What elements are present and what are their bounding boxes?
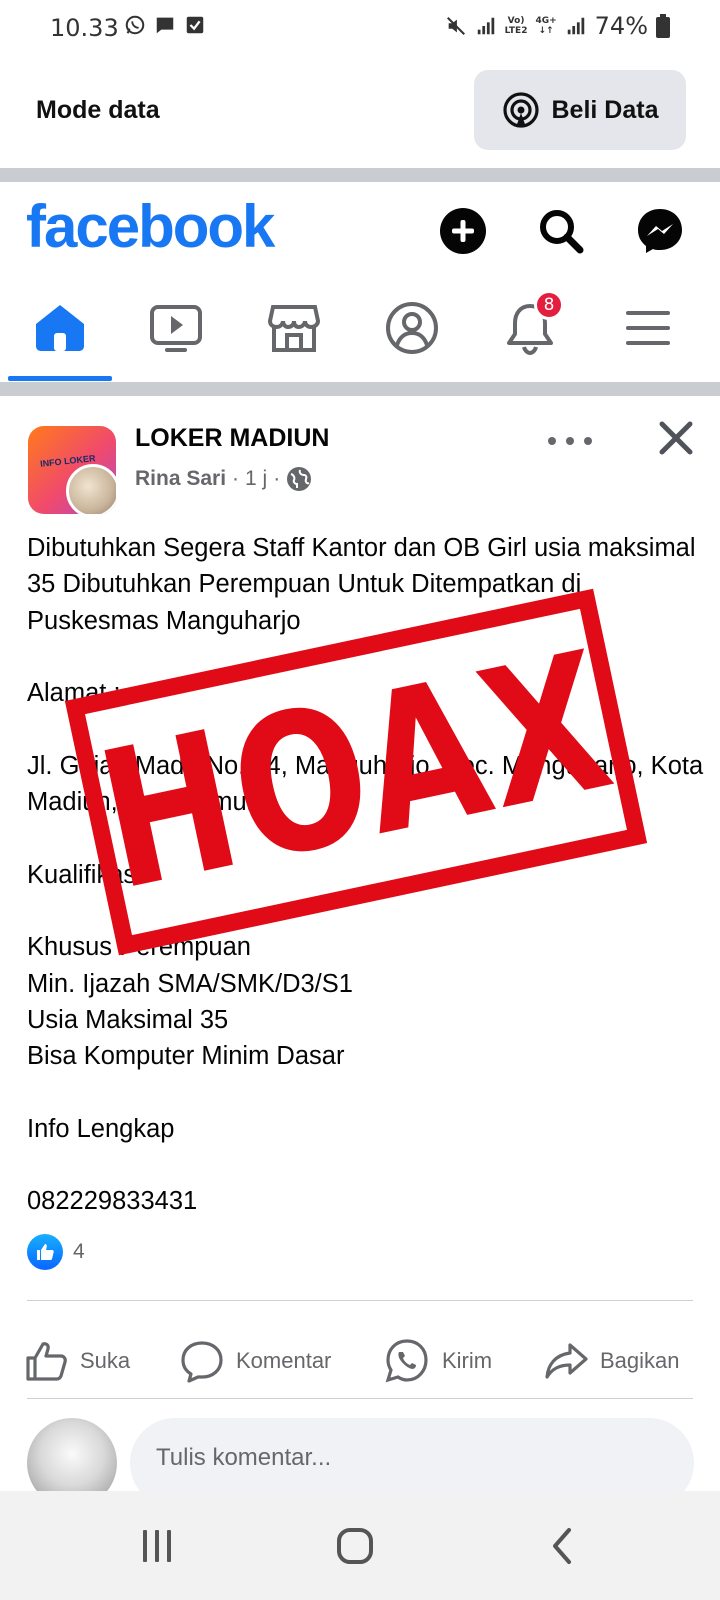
buy-data-button[interactable]: Beli Data <box>474 70 686 150</box>
more-dot <box>584 437 592 445</box>
share-button[interactable]: Bagikan <box>544 1326 680 1396</box>
reactions-summary[interactable]: 4 <box>27 1234 85 1270</box>
back-icon <box>553 1528 571 1564</box>
send-label: Kirim <box>442 1348 493 1373</box>
divider <box>0 168 720 182</box>
screen: 10.33 Vo) LTE2 4G+ ↓↑ 74% Mode data Beli… <box>0 0 720 1600</box>
active-tab-indicator <box>8 376 112 381</box>
author-avatar <box>66 464 116 514</box>
whatsapp-icon <box>385 1339 428 1383</box>
main-nav: 8 <box>0 280 720 381</box>
divider <box>0 382 720 396</box>
network-label: Vo) LTE2 <box>505 16 528 36</box>
share-icon <box>545 1343 588 1379</box>
battery-icon <box>656 14 670 38</box>
marketplace-icon <box>267 305 321 352</box>
post-meta: Rina Sari · 1 j · <box>135 466 312 492</box>
search-icon <box>540 210 584 254</box>
globe-icon <box>287 467 312 491</box>
meta-separator: · <box>273 467 281 490</box>
thumbs-up-icon <box>26 1342 67 1381</box>
search-button[interactable] <box>536 206 586 256</box>
message-icon <box>156 17 174 34</box>
hide-post-button[interactable] <box>654 416 698 460</box>
network-type-label: 4G+ <box>535 16 557 26</box>
messenger-button[interactable] <box>635 206 685 256</box>
menu-icon <box>626 311 670 345</box>
status-right: Vo) LTE2 4G+ ↓↑ 74% <box>445 12 670 40</box>
signal-icon <box>477 17 494 35</box>
data-mode-bar: Mode data Beli Data <box>0 56 720 168</box>
tab-home[interactable] <box>30 298 90 358</box>
comment-label: Komentar <box>236 1348 332 1373</box>
close-icon <box>659 421 693 455</box>
like-count: 4 <box>73 1240 85 1263</box>
home-icon <box>36 305 84 351</box>
tab-video[interactable] <box>146 298 206 358</box>
more-dot <box>548 437 556 445</box>
video-icon <box>150 305 202 352</box>
back-button[interactable] <box>538 1521 588 1571</box>
profile-icon <box>386 302 438 354</box>
recent-apps-button[interactable] <box>132 1521 182 1571</box>
mute-icon <box>446 17 465 35</box>
facebook-logo[interactable]: facebook <box>26 192 275 261</box>
post-time[interactable]: 1 j <box>245 467 267 491</box>
post-author[interactable]: Rina Sari <box>135 467 226 491</box>
meta-separator: · <box>232 467 240 490</box>
recent-apps-icon <box>143 1530 171 1562</box>
post-actions: Suka Komentar Kirim Bagikan <box>0 1326 720 1396</box>
send-button[interactable]: Kirim <box>384 1326 492 1396</box>
messenger-icon <box>638 209 682 253</box>
add-icon <box>440 208 486 254</box>
group-avatar[interactable]: INFO LOKER <box>28 426 116 514</box>
like-button[interactable]: Suka <box>24 1326 130 1396</box>
battery-percent: 74% <box>594 12 648 40</box>
system-navigation-bar <box>0 1491 720 1600</box>
buy-data-label: Beli Data <box>551 95 659 124</box>
post-group-name[interactable]: LOKER MADIUN <box>135 424 329 453</box>
data-mode-label: Mode data <box>36 96 160 124</box>
tab-menu[interactable] <box>618 298 678 358</box>
tab-marketplace[interactable] <box>264 298 324 358</box>
home-button[interactable] <box>330 1521 380 1571</box>
broadcast-icon <box>502 92 539 128</box>
tab-notifications[interactable]: 8 <box>500 290 564 358</box>
notification-icons <box>124 14 206 36</box>
create-button[interactable] <box>438 206 488 256</box>
tab-profile[interactable] <box>382 298 442 358</box>
like-reaction-icon <box>27 1234 63 1270</box>
check-square-icon <box>186 16 204 34</box>
post-options-button[interactable] <box>548 426 592 456</box>
comment-composer: Tulis komentar... <box>0 1418 720 1508</box>
like-label: Suka <box>80 1348 131 1373</box>
status-time: 10.33 <box>50 14 119 42</box>
whatsapp-icon <box>125 15 145 35</box>
network-type: 4G+ ↓↑ <box>535 16 557 36</box>
network-label-bottom: LTE2 <box>504 26 528 36</box>
network-label-top: Vo) <box>507 16 525 26</box>
comment-button[interactable]: Komentar <box>180 1326 331 1396</box>
more-dot <box>566 437 574 445</box>
notification-badge: 8 <box>534 290 564 320</box>
signal-icon <box>567 17 584 35</box>
post: INFO LOKER LOKER MADIUN Rina Sari · 1 j … <box>0 396 720 1508</box>
home-square-icon <box>337 1528 373 1564</box>
divider <box>27 1398 693 1399</box>
divider <box>27 1300 693 1301</box>
share-label: Bagikan <box>600 1348 680 1373</box>
comment-icon <box>181 1341 223 1383</box>
status-bar: 10.33 Vo) LTE2 4G+ ↓↑ 74% <box>0 0 720 56</box>
app-header: facebook <box>0 182 720 280</box>
